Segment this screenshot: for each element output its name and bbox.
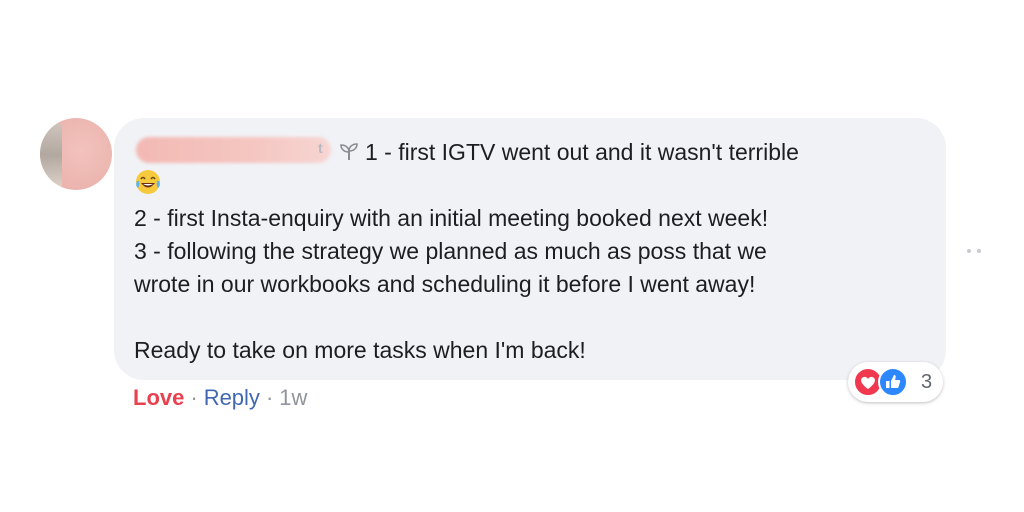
- more-options-icon[interactable]: [965, 246, 985, 256]
- comment-line-1: 1 - first IGTV went out and it wasn't te…: [365, 139, 799, 165]
- reactions-summary[interactable]: 3: [848, 362, 943, 402]
- comment-line-5: Ready to take on more tasks when I'm bac…: [134, 337, 586, 363]
- author-name-redacted[interactable]: [136, 137, 331, 163]
- comment-actions: Love · Reply · 1w: [133, 383, 307, 413]
- face-with-tears-of-joy-icon: [136, 170, 160, 194]
- sprout-icon: [340, 143, 358, 160]
- comment-line-2: 2 - first Insta-enquiry with an initial …: [134, 205, 769, 231]
- comment-line-3: 3 - following the strategy we planned as…: [134, 238, 767, 264]
- comment-line-4: wrote in our workbooks and scheduling it…: [134, 271, 756, 297]
- separator: ·: [265, 385, 274, 410]
- reaction-count: 3: [921, 371, 933, 393]
- reply-link[interactable]: Reply: [204, 385, 260, 410]
- separator: ·: [190, 385, 198, 410]
- love-reaction-link[interactable]: Love: [133, 385, 184, 410]
- timestamp[interactable]: 1w: [279, 385, 307, 410]
- avatar[interactable]: [40, 118, 112, 190]
- thumbs-up-icon: [878, 367, 908, 397]
- author-name-fragment: t: [318, 140, 324, 156]
